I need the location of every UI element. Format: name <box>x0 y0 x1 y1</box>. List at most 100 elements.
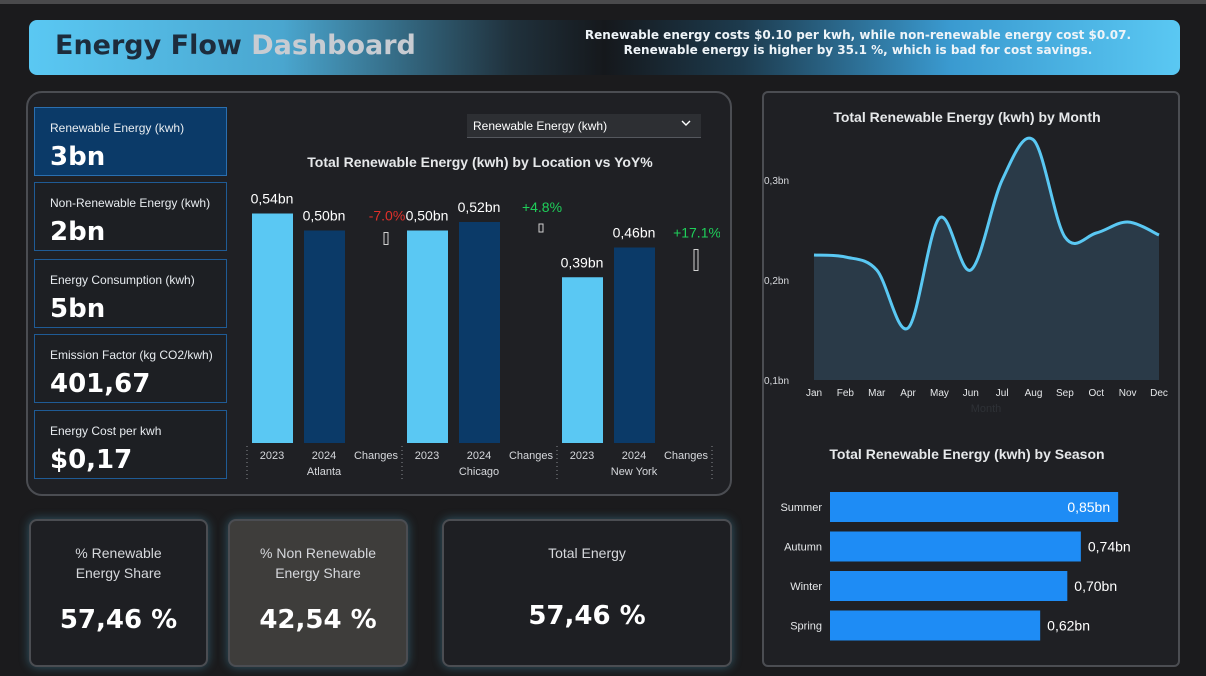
season-bar <box>830 531 1081 562</box>
card-label: Total Energy <box>548 545 626 561</box>
card-non-renewable-share: % Non Renewable Energy Share 42,54 % <box>228 519 408 667</box>
kpi-label: Non-Renewable Energy (kwh) <box>50 196 211 210</box>
group-label: Chicago <box>459 466 499 478</box>
y-tick-label: 0,3bn <box>764 176 789 187</box>
tick-label: 2024 <box>622 450 646 462</box>
data-label-2023: 0,54bn <box>251 191 294 207</box>
data-label-2023: 0,50bn <box>406 208 449 224</box>
kpi-label: Energy Cost per kwh <box>50 424 162 438</box>
kpi-value: 401,67 <box>50 369 151 399</box>
yoy-change-label: +4.8% <box>522 199 562 215</box>
kpi-non-renewable-energy[interactable]: Non-Renewable Energy (kwh) 2bn <box>34 182 227 251</box>
kpi-label: Emission Factor (kg CO2/kwh) <box>50 348 213 362</box>
header-banner: Energy Flow Dashboard Renewable energy c… <box>29 20 1180 75</box>
bar-2023 <box>407 230 448 443</box>
kpi-label: Energy Consumption (kwh) <box>50 273 195 287</box>
title-part-1: Energy Flow <box>55 30 242 61</box>
bar-2023 <box>562 277 603 443</box>
card-total-energy: Total Energy 57,46 % <box>442 519 732 667</box>
data-label: 0,85bn <box>1067 499 1110 515</box>
bar-2024 <box>304 230 345 443</box>
season-bar <box>830 571 1068 601</box>
cost-note-line-1: Renewable energy costs $0.10 per kwh, wh… <box>584 28 1132 42</box>
yoy-change-label: +17.1% <box>673 225 720 241</box>
group-label: New York <box>611 466 658 478</box>
card-label: Energy Share <box>75 565 162 581</box>
location-bar-chart: 0,54bn0,50bn -7.0%2023 2024 ChangesAtlanta0… <box>246 191 720 480</box>
x-tick-label: Dec <box>1150 388 1168 399</box>
cost-note-line-2: Renewable energy is higher by 35.1 %, wh… <box>623 43 1093 57</box>
kpi-value: $0,17 <box>50 445 133 475</box>
category-label: Spring <box>790 621 822 633</box>
season-bar-chart: Summer 0,85bn Autumn 0,74bn Winter 0,70bn Spri… <box>780 492 1131 641</box>
card-label: % Non Renewable <box>260 545 376 561</box>
x-tick-label: Jun <box>963 388 979 399</box>
month-chart-title: Total Renewable Energy (kwh) by Month <box>833 109 1101 125</box>
title-part-2: Dashboard <box>251 30 416 61</box>
season-chart-title: Total Renewable Energy (kwh) by Season <box>829 446 1105 462</box>
top-border <box>0 0 1206 4</box>
data-label: 0,74bn <box>1088 539 1131 555</box>
kpi-label: Renewable Energy (kwh) <box>50 121 185 135</box>
data-label-2023: 0,39bn <box>561 254 604 270</box>
group-label: Atlanta <box>307 466 342 478</box>
dashboard-title: Energy Flow Dashboard <box>55 30 416 61</box>
tick-label: 2023 <box>415 450 439 462</box>
x-tick-label: Nov <box>1119 388 1137 399</box>
yoy-change-label: -7.0% <box>369 208 406 224</box>
kpi-renewable-energy[interactable]: Renewable Energy (kwh) 3bn <box>34 107 227 176</box>
card-value: 57,46 % <box>59 605 178 635</box>
measure-dropdown[interactable]: Renewable Energy (kwh) <box>467 114 701 138</box>
x-tick-label: Oct <box>1088 388 1104 399</box>
tick-label: Changes <box>354 450 399 462</box>
chevron-down-icon <box>681 120 691 126</box>
kpi-energy-consumption[interactable]: Energy Consumption (kwh) 5bn <box>34 259 227 328</box>
x-tick-label: Feb <box>837 388 855 399</box>
kpi-energy-cost[interactable]: Energy Cost per kwh $0,17 <box>34 410 227 479</box>
yoy-change-marker <box>383 232 389 245</box>
tick-label: 2023 <box>570 450 594 462</box>
card-label: % Renewable <box>75 545 162 561</box>
x-tick-label: Jul <box>996 388 1009 399</box>
card-value: 42,54 % <box>259 605 377 635</box>
kpi-value: 3bn <box>50 142 106 172</box>
category-label: Winter <box>790 581 822 593</box>
card-renewable-share: % Renewable Energy Share 57,46 % <box>29 519 208 667</box>
x-tick-label: Aug <box>1025 388 1043 399</box>
bar-2023 <box>252 213 293 443</box>
yoy-change-marker <box>693 249 699 271</box>
kpi-value: 2bn <box>50 217 106 247</box>
tick-label: 2023 <box>260 450 284 462</box>
yoy-change-marker <box>538 223 544 233</box>
data-label-2024: 0,52bn <box>458 199 501 215</box>
category-label: Summer <box>780 502 822 514</box>
kpi-emission-factor[interactable]: Emission Factor (kg CO2/kwh) 401,67 <box>34 334 227 403</box>
tick-label: Changes <box>664 450 709 462</box>
y-tick-label: 0,2bn <box>764 276 789 287</box>
cost-note: Renewable energy costs $0.10 per kwh, wh… <box>578 28 1138 58</box>
y-tick-label: 0,1bn <box>764 376 789 387</box>
bar-2024 <box>459 222 500 443</box>
data-label-2024: 0,50bn <box>303 208 346 224</box>
data-label: 0,62bn <box>1047 618 1090 634</box>
x-tick-label: Mar <box>868 388 886 399</box>
tick-label: Changes <box>509 450 554 462</box>
x-tick-label: Sep <box>1056 388 1074 399</box>
season-bar <box>830 610 1041 641</box>
bar-2024 <box>614 247 655 443</box>
data-label: 0,70bn <box>1074 578 1117 594</box>
x-axis-title: Month <box>971 403 1002 415</box>
x-tick-label: May <box>930 388 949 399</box>
category-label: Autumn <box>784 542 822 554</box>
x-tick-label: Jan <box>806 388 822 399</box>
card-value: 57,46 % <box>528 601 646 631</box>
dropdown-selected-value: Renewable Energy (kwh) <box>473 119 608 133</box>
card-label: Energy Share <box>275 565 361 581</box>
monthly-area-chart: 0,1bn 0,2bn 0,3bn Jan Feb Mar Apr May Jun Jul Aug S… <box>764 136 1168 415</box>
series-area <box>814 138 1159 380</box>
tick-label: 2024 <box>467 450 491 462</box>
data-label-2024: 0,46bn <box>613 225 656 241</box>
tick-label: 2024 <box>312 450 336 462</box>
x-tick-label: Apr <box>900 388 916 399</box>
location-chart-title: Total Renewable Energy (kwh) by Location… <box>307 154 653 170</box>
